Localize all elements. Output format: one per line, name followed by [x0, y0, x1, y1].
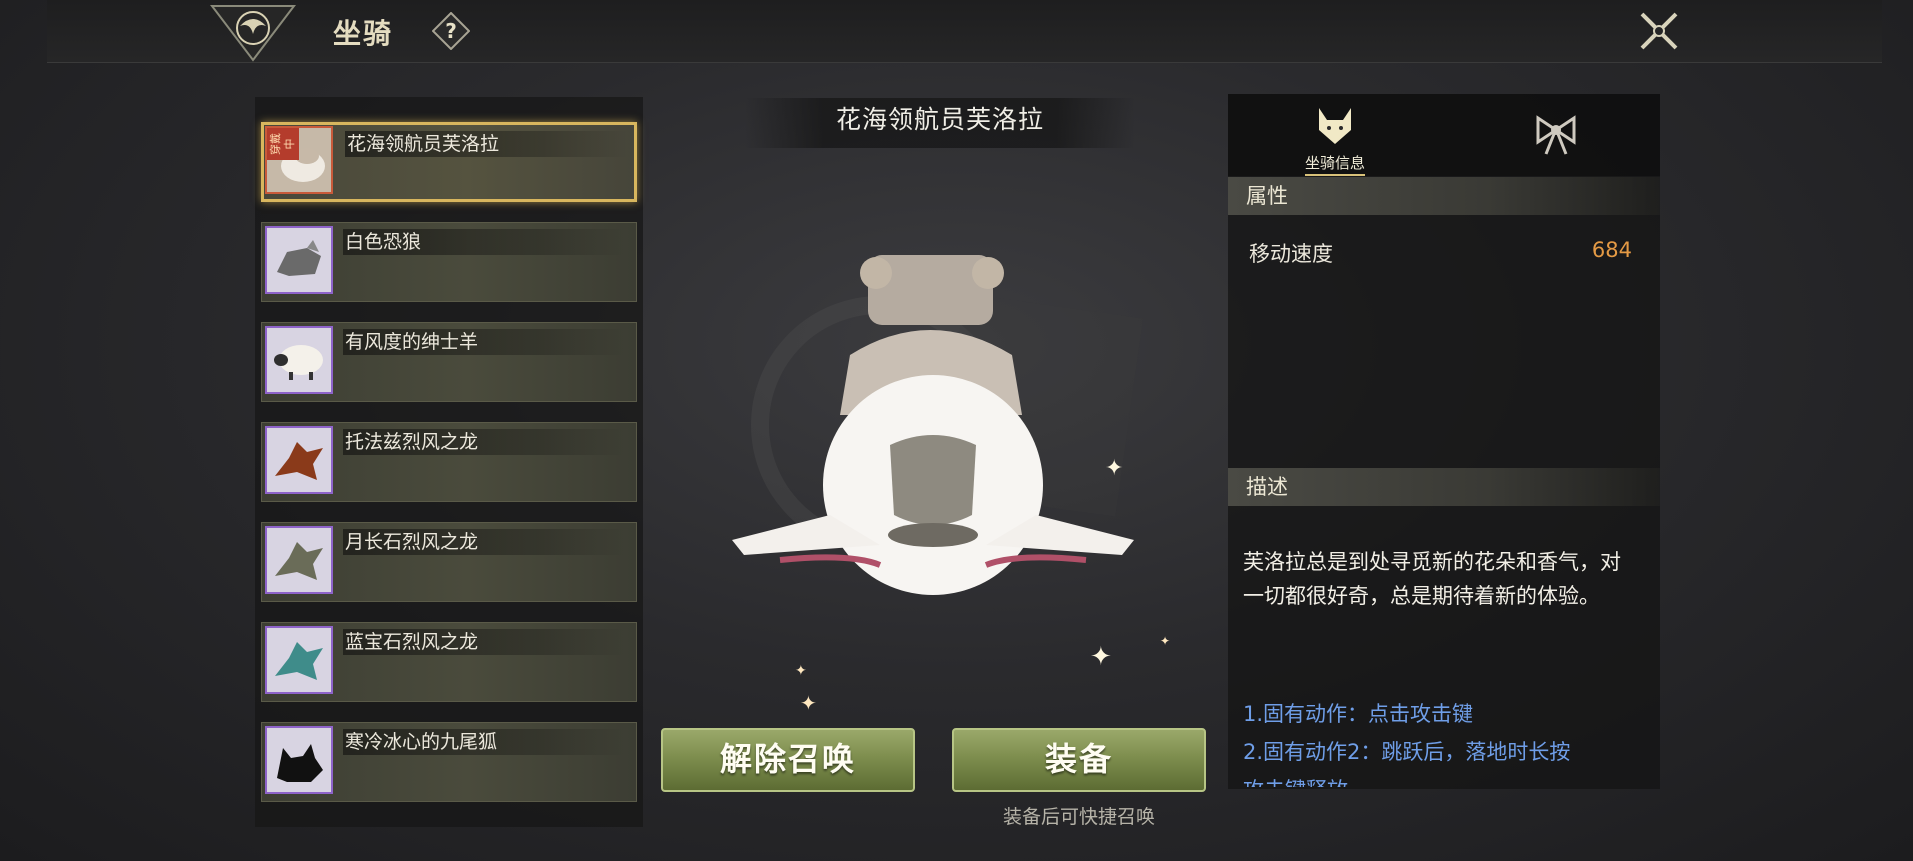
dragon-emblem-icon [210, 5, 296, 62]
mount-list-item[interactable]: 托法兹烈风之龙 [261, 422, 637, 502]
mount-thumbnail [265, 526, 333, 594]
svg-text:?: ? [445, 19, 457, 43]
mount-list-item[interactable]: 月长石烈风之龙 [261, 522, 637, 602]
mount-thumbnail [265, 226, 333, 294]
top-bar [47, 0, 1882, 63]
mount-list-item[interactable]: 有风度的绅士羊 [261, 322, 637, 402]
mount-thumbnail [265, 726, 333, 794]
page-title: 坐骑 [333, 17, 394, 50]
svg-text:✦: ✦ [800, 691, 817, 715]
sheep-mount-icon [274, 345, 323, 380]
equip-hint: 装备后可快捷召唤 [1002, 806, 1155, 828]
mount-model-preview[interactable]: ✦ ✦ ✦ ✦ ✦ [650, 155, 1230, 715]
svg-text:✦: ✦ [795, 663, 807, 679]
sapphire-dragon-icon [275, 642, 323, 680]
fox-head-icon [1319, 108, 1351, 144]
mount-name: 寒冷冰心的九尾狐 [343, 729, 625, 755]
active-tab-underline [1305, 174, 1365, 176]
description-header: 描述 [1228, 468, 1660, 506]
nine-tailed-fox-icon [277, 744, 323, 782]
topaz-dragon-icon [275, 442, 323, 480]
wolf-mount-icon [277, 240, 321, 276]
mount-name: 蓝宝石烈风之龙 [343, 629, 625, 655]
mount-thumbnail [265, 426, 333, 494]
question-icon[interactable]: ? [432, 12, 470, 50]
mount-list-item[interactable]: 白色恐狼 [261, 222, 637, 302]
preview-title: 花海领航员芙洛拉 [835, 105, 1044, 134]
skill-line: 1.固有动作：点击攻击键 [1243, 702, 1474, 726]
mount-name: 有风度的绅士羊 [343, 329, 625, 355]
moonstone-dragon-icon [275, 542, 323, 580]
attribute-value: 684 [1591, 238, 1632, 262]
attributes-header: 属性 [1228, 177, 1660, 215]
equip-button[interactable]: 装备 [952, 728, 1206, 792]
mount-name: 托法兹烈风之龙 [343, 429, 625, 455]
bow-icon[interactable] [1532, 112, 1580, 156]
mount-name: 花海领航员芙洛拉 [345, 131, 627, 157]
skill-line: 攻击键释放 [1243, 771, 1643, 787]
equipped-badge: 穿戴中 [267, 128, 299, 160]
mount-thumbnail [265, 626, 333, 694]
close-icon[interactable] [1634, 6, 1684, 56]
description-text: 芙洛拉总是到处寻觅新的花朵和香气，对一切都很好奇，总是期待着新的体验。 [1243, 550, 1621, 608]
mount-list-item[interactable]: 寒冷冰心的九尾狐 [261, 722, 637, 802]
svg-text:✦: ✦ [1090, 642, 1112, 672]
attribute-name: 移动速度 [1249, 242, 1333, 266]
mount-name: 白色恐狼 [343, 229, 625, 255]
dismiss-summon-button[interactable]: 解除召唤 [661, 728, 915, 792]
skill-list[interactable]: 1.固有动作：点击攻击键 2.固有动作2：跳跃后，落地时长按 攻击键释放 [1243, 695, 1643, 787]
mount-list-item-selected[interactable]: 穿戴中 花海领航员芙洛拉 [261, 122, 637, 202]
mount-thumbnail: 穿戴中 [265, 126, 333, 194]
skill-line: 2.固有动作2：跳跃后，落地时长按 [1243, 740, 1571, 764]
mount-list-item[interactable]: 蓝宝石烈风之龙 [261, 622, 637, 702]
svg-text:✦: ✦ [1160, 634, 1170, 648]
mount-name: 月长石烈风之龙 [343, 529, 625, 555]
mount-list[interactable]: 穿戴中 花海领航员芙洛拉 白色恐狼 有风度的绅士羊 托法兹烈风之龙 月长石烈风之… [255, 97, 643, 827]
tab-mount-info[interactable]: 坐骑信息 [1285, 100, 1385, 176]
mount-thumbnail [265, 326, 333, 394]
svg-text:✦: ✦ [1105, 456, 1123, 481]
tab-mount-info-label: 坐骑信息 [1304, 154, 1365, 172]
